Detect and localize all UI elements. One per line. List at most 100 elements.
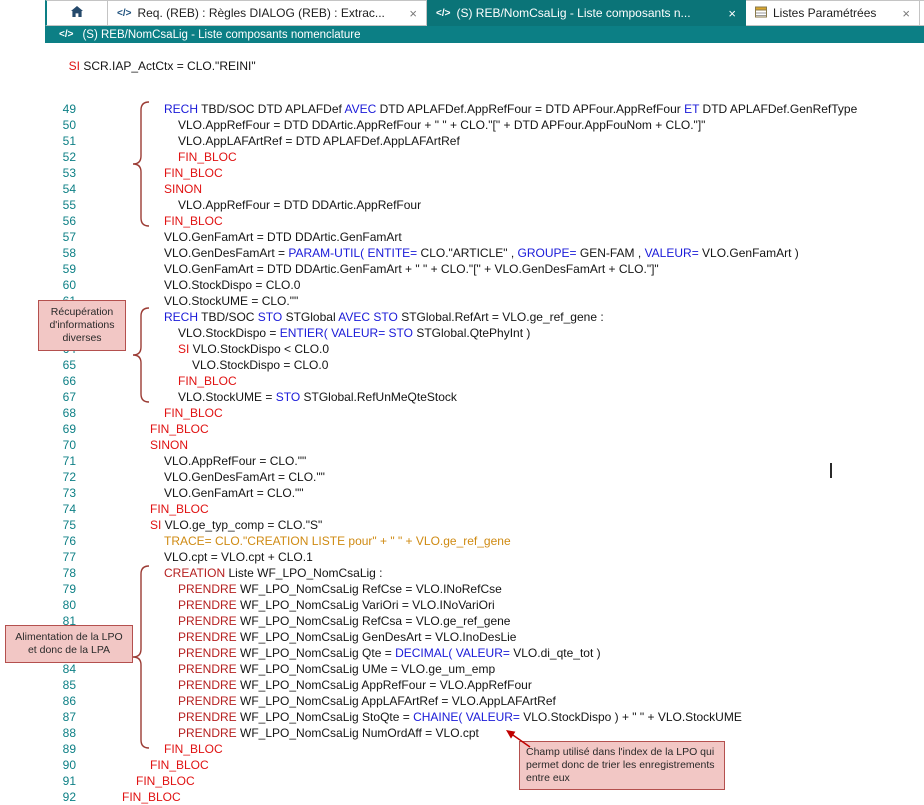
code-line[interactable]: 73VLO.GenFamArt = CLO."" bbox=[0, 485, 924, 501]
code-line[interactable]: 77VLO.cpt = VLO.cpt + CLO.1 bbox=[0, 549, 924, 565]
code-line-text: VLO.StockUME = STO STGlobal.RefUnMeQteSt… bbox=[178, 389, 457, 405]
close-icon[interactable]: × bbox=[403, 6, 417, 21]
code-line[interactable]: 51VLO.AppLAFArtRef = DTD APLAFDef.AppLAF… bbox=[0, 133, 924, 149]
line-number: 79 bbox=[0, 581, 80, 597]
code-line-text: FIN_BLOC bbox=[136, 773, 195, 789]
code-line[interactable]: 87PRENDRE WF_LPO_NomCsaLig StoQte = CHAI… bbox=[0, 709, 924, 725]
code-line[interactable]: 62RECH TBD/SOC STO STGlobal AVEC STO STG… bbox=[0, 309, 924, 325]
code-line[interactable]: 54SINON bbox=[0, 181, 924, 197]
code-line[interactable]: 71VLO.AppRefFour = CLO."" bbox=[0, 453, 924, 469]
line-number: 75 bbox=[0, 517, 80, 533]
line-number: 76 bbox=[0, 533, 80, 549]
code-line-text: PRENDRE WF_LPO_NomCsaLig AppLAFArtRef = … bbox=[178, 693, 556, 709]
code-editor[interactable]: 49RECH TBD/SOC DTD APLAFDef AVEC DTD APL… bbox=[0, 101, 924, 805]
line-number: 58 bbox=[0, 245, 80, 261]
tab-label: (S) REB/NomCsaLig - Liste composants n..… bbox=[456, 6, 690, 20]
tab-commandes[interactable]: Comman bbox=[920, 0, 924, 26]
code-line[interactable]: 88PRENDRE WF_LPO_NomCsaLig NumOrdAff = V… bbox=[0, 725, 924, 741]
code-line[interactable]: 81PRENDRE WF_LPO_NomCsaLig RefCsa = VLO.… bbox=[0, 613, 924, 629]
code-line[interactable]: 75 SI VLO.ge_typ_comp = CLO."S" bbox=[0, 517, 924, 533]
code-line-text: VLO.GenDesFamArt = CLO."" bbox=[164, 469, 325, 485]
code-line-text: PRENDRE WF_LPO_NomCsaLig AppRefFour = VL… bbox=[178, 677, 532, 693]
code-line[interactable]: 64SI VLO.StockDispo < CLO.0 bbox=[0, 341, 924, 357]
code-line[interactable]: 66FIN_BLOC bbox=[0, 373, 924, 389]
tab-nomcsalig[interactable]: </> (S) REB/NomCsaLig - Liste composants… bbox=[427, 0, 746, 26]
code-line[interactable]: 80PRENDRE WF_LPO_NomCsaLig VariOri = VLO… bbox=[0, 597, 924, 613]
text-cursor bbox=[830, 463, 832, 478]
code-line[interactable]: 72VLO.GenDesFamArt = CLO."" bbox=[0, 469, 924, 485]
line-number: 70 bbox=[0, 437, 80, 453]
code-line[interactable]: 60VLO.StockDispo = CLO.0 bbox=[0, 277, 924, 293]
code-line[interactable]: 61VLO.StockUME = CLO."" bbox=[0, 293, 924, 309]
code-line[interactable]: 55VLO.AppRefFour = DTD DDArtic.AppRefFou… bbox=[0, 197, 924, 213]
code-line-text: FIN_BLOC bbox=[164, 213, 223, 229]
editor-title-bar: </> (S) REB/NomCsaLig - Liste composants… bbox=[45, 26, 924, 43]
code-line[interactable]: 89 FIN_BLOC bbox=[0, 741, 924, 757]
line-number: 80 bbox=[0, 597, 80, 613]
code-line[interactable]: 70SINON bbox=[0, 437, 924, 453]
code-line-text: SINON bbox=[164, 181, 202, 197]
code-line[interactable]: 57VLO.GenFamArt = DTD DDArtic.GenFamArt bbox=[0, 229, 924, 245]
close-icon[interactable]: × bbox=[896, 6, 910, 21]
code-line[interactable]: 90FIN_BLOC bbox=[0, 757, 924, 773]
code-line[interactable]: 84PRENDRE WF_LPO_NomCsaLig UMe = VLO.ge_… bbox=[0, 661, 924, 677]
code-line-text: VLO.StockDispo = ENTIER( VALEUR= STO STG… bbox=[178, 325, 530, 341]
line-number: 56 bbox=[0, 213, 80, 229]
code-line[interactable]: 68FIN_BLOC bbox=[0, 405, 924, 421]
annotation-recuperation: Récupération d'informations diverses bbox=[38, 300, 126, 351]
code-line[interactable]: 67 VLO.StockUME = STO STGlobal.RefUnMeQte… bbox=[0, 389, 924, 405]
line-number: 55 bbox=[0, 197, 80, 213]
code-line[interactable]: 53FIN_BLOC bbox=[0, 165, 924, 181]
line-number: 53 bbox=[0, 165, 80, 181]
code-line[interactable]: 91FIN_BLOC bbox=[0, 773, 924, 789]
tab-bar-spacer bbox=[0, 0, 45, 26]
code-line-text: PRENDRE WF_LPO_NomCsaLig Qte = DECIMAL( … bbox=[178, 645, 601, 661]
code-line[interactable]: 50VLO.AppRefFour = DTD DDArtic.AppRefFou… bbox=[0, 117, 924, 133]
code-line[interactable]: 83PRENDRE WF_LPO_NomCsaLig Qte = DECIMAL… bbox=[0, 645, 924, 661]
line-number: 84 bbox=[0, 661, 80, 677]
code-line[interactable]: 49RECH TBD/SOC DTD APLAFDef AVEC DTD APL… bbox=[0, 101, 924, 117]
code-line-text: TRACE= CLO."CREATION LISTE pour" + " " +… bbox=[164, 533, 511, 549]
line-number: 78 bbox=[0, 565, 80, 581]
code-line[interactable]: 92FIN_BLOC bbox=[0, 789, 924, 805]
close-icon[interactable]: × bbox=[722, 6, 736, 21]
tab-req-reb[interactable]: </> Req. (REB) : Règles DIALOG (REB) : E… bbox=[108, 0, 427, 26]
home-tab[interactable] bbox=[45, 0, 108, 26]
code-line[interactable]: 63VLO.StockDispo = ENTIER( VALEUR= STO S… bbox=[0, 325, 924, 341]
tab-listes-parametrees[interactable]: Listes Paramétrées × bbox=[746, 0, 920, 26]
code-line[interactable]: 82PRENDRE WF_LPO_NomCsaLig GenDesArt = V… bbox=[0, 629, 924, 645]
code-line[interactable]: 74FIN_BLOC bbox=[0, 501, 924, 517]
line-number: 51 bbox=[0, 133, 80, 149]
annotation-champ-index: Champ utilisé dans l'index de la LPO qui… bbox=[519, 741, 725, 790]
code-line-text: RECH TBD/SOC STO STGlobal AVEC STO STGlo… bbox=[164, 309, 604, 325]
line-number: 90 bbox=[0, 757, 80, 773]
line-number: 59 bbox=[0, 261, 80, 277]
code-line[interactable]: 65VLO.StockDispo = CLO.0 bbox=[0, 357, 924, 373]
code-line[interactable]: 86PRENDRE WF_LPO_NomCsaLig AppLAFArtRef … bbox=[0, 693, 924, 709]
code-line-text: VLO.GenFamArt = CLO."" bbox=[164, 485, 304, 501]
code-line[interactable]: 76 TRACE= CLO."CREATION LISTE pour" + " "… bbox=[0, 533, 924, 549]
line-number: 74 bbox=[0, 501, 80, 517]
code-tab-icon: </> bbox=[436, 8, 450, 19]
code-line[interactable]: 69FIN_BLOC bbox=[0, 421, 924, 437]
line-number: 67 bbox=[0, 389, 80, 405]
code-line[interactable]: 56 FIN_BLOC bbox=[0, 213, 924, 229]
code-line[interactable]: 79 PRENDRE WF_LPO_NomCsaLig RefCse = VLO.… bbox=[0, 581, 924, 597]
code-line-text: FIN_BLOC bbox=[150, 421, 209, 437]
code-line-text: PRENDRE WF_LPO_NomCsaLig RefCse = VLO.IN… bbox=[178, 581, 502, 597]
code-line[interactable]: 58VLO.GenDesFamArt = PARAM-UTIL( ENTITE=… bbox=[0, 245, 924, 261]
line-number: 92 bbox=[0, 789, 80, 805]
code-line-text: FIN_BLOC bbox=[164, 741, 223, 757]
line-number: 68 bbox=[0, 405, 80, 421]
list-icon bbox=[755, 6, 767, 21]
home-icon bbox=[70, 5, 84, 21]
code-line[interactable]: 59VLO.GenFamArt = DTD DDArtic.GenFamArt … bbox=[0, 261, 924, 277]
code-line-text: VLO.StockDispo = CLO.0 bbox=[164, 277, 300, 293]
code-line[interactable]: 85PRENDRE WF_LPO_NomCsaLig AppRefFour = … bbox=[0, 677, 924, 693]
line-number: 89 bbox=[0, 741, 80, 757]
line-number: 71 bbox=[0, 453, 80, 469]
code-line-text: SI VLO.ge_typ_comp = CLO."S" bbox=[150, 517, 322, 533]
code-line[interactable]: 78CREATION Liste WF_LPO_NomCsaLig : bbox=[0, 565, 924, 581]
code-line[interactable]: 52FIN_BLOC bbox=[0, 149, 924, 165]
line-number: 77 bbox=[0, 549, 80, 565]
